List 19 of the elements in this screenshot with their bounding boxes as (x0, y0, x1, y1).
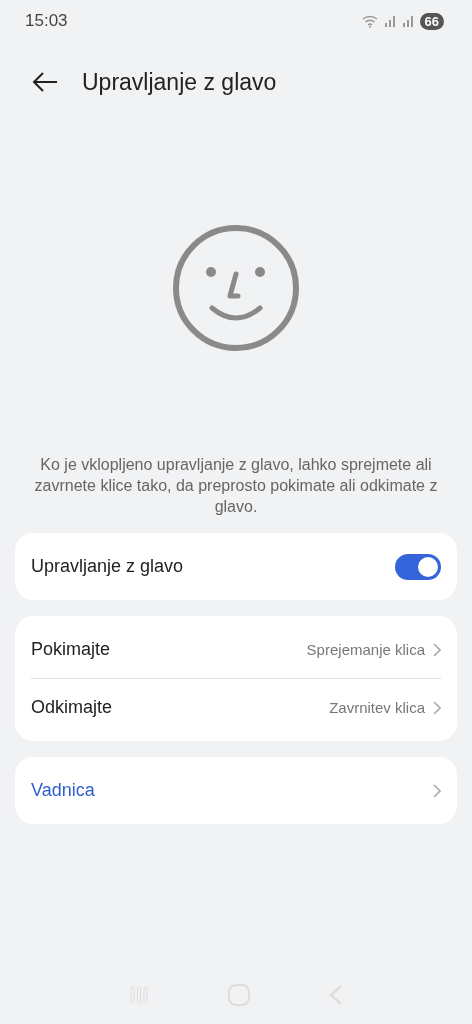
status-time: 15:03 (25, 11, 68, 31)
page-title: Upravljanje z glavo (82, 68, 277, 96)
setting-label: Odkimajte (31, 697, 113, 718)
smiley-icon (172, 224, 300, 352)
toggle-switch[interactable] (395, 553, 441, 580)
wifi-icon (361, 14, 380, 28)
setting-value[interactable]: Zavrnitev klica (329, 699, 425, 716)
back-icon[interactable] (32, 72, 58, 92)
battery-level: 66 (419, 12, 444, 30)
signal-icon (383, 15, 398, 27)
setting-label: Pokimajte (31, 639, 111, 660)
tutorial-link[interactable]: Vadnica (31, 780, 95, 801)
chevron-right-icon (433, 642, 441, 657)
chevron-right-icon (433, 700, 441, 715)
signal-icon (401, 15, 416, 27)
setting-value[interactable]: Sprejemanje klica (306, 641, 425, 658)
description-text: Ko je vklopljeno upravljanje z glavo, lahko sprejmete ali zavrnete klice tako, da preprosto pokimate ali odkimate z glavo. (33, 455, 439, 517)
chevron-right-icon (433, 783, 441, 798)
setting-label: Upravljanje z glavo (31, 556, 184, 577)
